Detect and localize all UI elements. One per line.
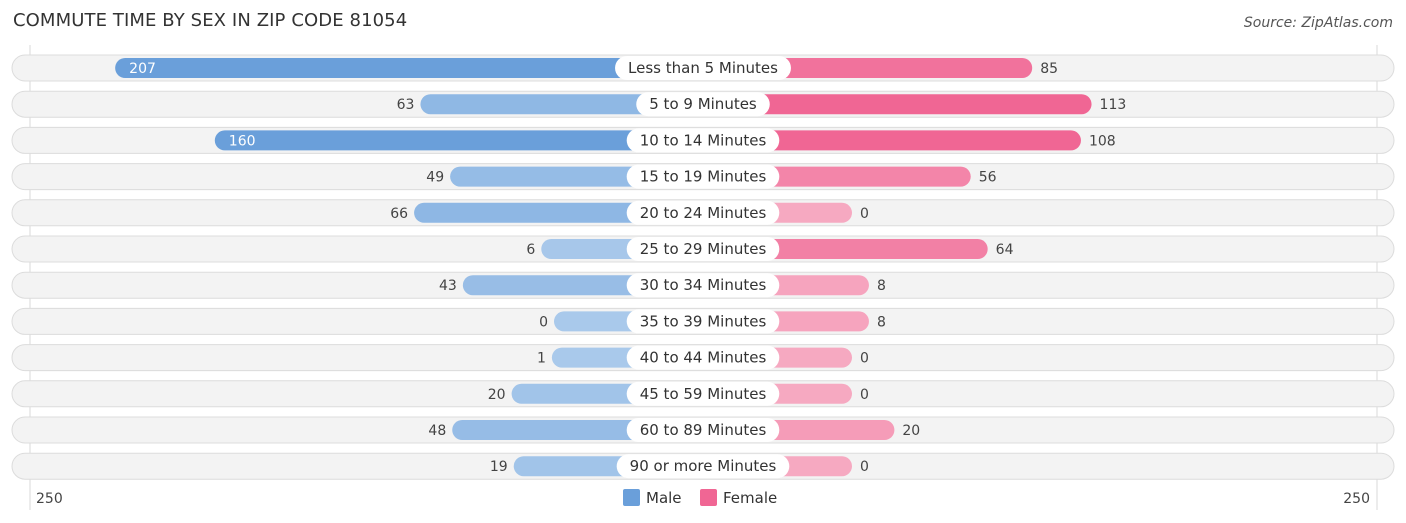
value-label-female: 0 xyxy=(860,206,869,222)
table-row: 43 8 30 to 34 Minutes xyxy=(11,271,1395,299)
category-label: 15 to 19 Minutes xyxy=(640,168,767,186)
bar-male[interactable] xyxy=(115,58,703,78)
category-label: 40 to 44 Minutes xyxy=(640,349,767,367)
legend: Male Female xyxy=(623,489,777,507)
table-row: 20 0 45 to 59 Minutes xyxy=(11,380,1395,408)
category-label: 10 to 14 Minutes xyxy=(640,131,767,149)
table-row: 0 8 35 to 39 Minutes xyxy=(11,307,1395,335)
value-label-male: 49 xyxy=(426,170,444,186)
legend-label-female: Female xyxy=(723,489,777,507)
value-label-male: 48 xyxy=(428,423,446,439)
value-label-female: 0 xyxy=(860,459,869,475)
table-row: 19 0 90 or more Minutes xyxy=(11,452,1395,480)
value-label-male: 6 xyxy=(526,242,535,258)
legend-swatch-female xyxy=(700,489,717,506)
category-label: 90 or more Minutes xyxy=(630,457,777,475)
legend-label-male: Male xyxy=(646,489,682,507)
axis-tick-left: 250 xyxy=(36,491,63,507)
chart-rows: 207 85 Less than 5 Minutes 63 113 5 to 9 Minu… xyxy=(11,54,1395,480)
value-label-male: 0 xyxy=(539,314,548,330)
category-label: 25 to 29 Minutes xyxy=(640,240,767,258)
category-label: 5 to 9 Minutes xyxy=(649,95,757,113)
value-label-female: 8 xyxy=(877,278,886,294)
value-label-male: 66 xyxy=(390,206,408,222)
legend-swatch-male xyxy=(623,489,640,506)
value-label-male: 43 xyxy=(439,278,457,294)
value-label-female: 113 xyxy=(1100,97,1127,113)
value-label-female: 64 xyxy=(996,242,1014,258)
table-row: 49 56 15 to 19 Minutes xyxy=(11,163,1395,191)
table-row: 6 64 25 to 29 Minutes xyxy=(11,235,1395,263)
category-label: 60 to 89 Minutes xyxy=(640,421,767,439)
legend-item-female[interactable]: Female xyxy=(700,489,777,507)
value-label-female: 85 xyxy=(1040,61,1058,77)
value-label-female: 108 xyxy=(1089,133,1116,149)
value-label-male: 207 xyxy=(129,61,156,77)
value-label-male: 1 xyxy=(537,351,546,367)
value-label-female: 20 xyxy=(902,423,920,439)
value-label-male: 19 xyxy=(490,459,508,475)
table-row: 160 108 10 to 14 Minutes xyxy=(11,126,1395,154)
value-label-male: 63 xyxy=(397,97,415,113)
table-row: 66 0 20 to 24 Minutes xyxy=(11,199,1395,227)
table-row: 1 0 40 to 44 Minutes xyxy=(11,344,1395,372)
category-label: Less than 5 Minutes xyxy=(628,59,778,77)
axis-tick-right: 250 xyxy=(1343,491,1370,507)
value-label-female: 0 xyxy=(860,387,869,403)
table-row: 207 85 Less than 5 Minutes xyxy=(11,54,1395,82)
table-row: 63 113 5 to 9 Minutes xyxy=(11,90,1395,118)
table-row: 48 20 60 to 89 Minutes xyxy=(11,416,1395,444)
value-label-female: 8 xyxy=(877,314,886,330)
category-label: 30 to 34 Minutes xyxy=(640,276,767,294)
category-label: 20 to 24 Minutes xyxy=(640,204,767,222)
value-label-male: 160 xyxy=(229,133,256,149)
value-label-female: 56 xyxy=(979,170,997,186)
category-label: 35 to 39 Minutes xyxy=(640,312,767,330)
category-label: 45 to 59 Minutes xyxy=(640,385,767,403)
value-label-male: 20 xyxy=(488,387,506,403)
legend-item-male[interactable]: Male xyxy=(623,489,682,507)
chart: 207 85 Less than 5 Minutes 63 113 5 to 9 Minu… xyxy=(11,45,1395,510)
value-label-female: 0 xyxy=(860,351,869,367)
